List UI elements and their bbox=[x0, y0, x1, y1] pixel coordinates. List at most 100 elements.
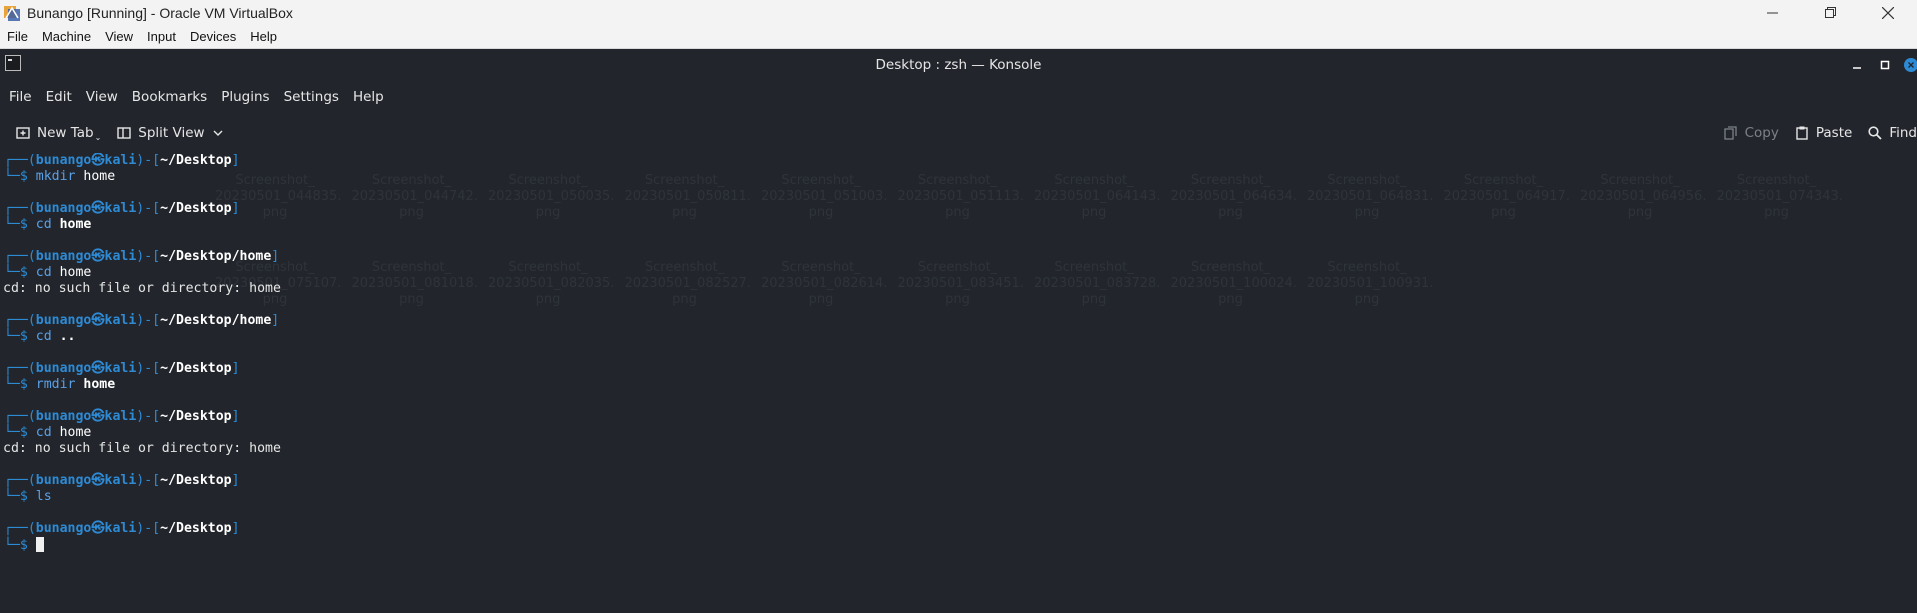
toolbar-right-group: Copy Paste Find bbox=[1716, 113, 1917, 153]
prompt-bracket: ┌──( bbox=[4, 313, 36, 328]
command-name: rmdir bbox=[35, 377, 76, 392]
terminal-area[interactable]: Screenshot_ 20230501_044835. png Screensh… bbox=[0, 153, 1917, 613]
konsole-window-title: Desktop : zsh — Konsole bbox=[875, 57, 1042, 73]
command-name: cd bbox=[35, 265, 52, 280]
prompt-bracket: ┌──( bbox=[4, 473, 36, 488]
prompt-bracket: ┌──( bbox=[4, 201, 36, 216]
minimize-button[interactable] bbox=[1743, 0, 1801, 25]
background-file-label: Screenshot_ 20230501_064917. png bbox=[1443, 173, 1570, 220]
background-file-label: Screenshot_ 20230501_083451. png bbox=[897, 260, 1024, 307]
minimize-icon bbox=[1766, 12, 1778, 14]
close-button[interactable] bbox=[1859, 0, 1917, 25]
background-file-label: Screenshot_ 20230501_064143. png bbox=[1034, 173, 1161, 220]
prompt-line: ┌──(bunango㉿kali)-[~/Desktop] bbox=[4, 153, 281, 169]
command-argument: home bbox=[59, 265, 92, 280]
command-output: cd: no such file or directory: home bbox=[3, 281, 281, 297]
command-argument: home bbox=[83, 377, 116, 392]
prompt-bracket: ┌──( bbox=[4, 409, 36, 424]
konsole-close-button[interactable] bbox=[1901, 57, 1917, 73]
command-line: └─$ mkdir home bbox=[4, 169, 281, 185]
command-name: cd bbox=[35, 425, 52, 440]
prompt-bracket: )-[ bbox=[136, 409, 161, 424]
terminal-app-icon[interactable] bbox=[5, 55, 21, 71]
prompt-bracket: ┌──( bbox=[4, 521, 36, 536]
konsole-menu-plugins[interactable]: Plugins bbox=[214, 89, 276, 105]
prompt-dollar: └─$ bbox=[4, 538, 36, 553]
konsole-minimize-button[interactable] bbox=[1849, 57, 1865, 73]
prompt-path: ~/Desktop bbox=[160, 521, 232, 536]
vbox-menu-machine[interactable]: Machine bbox=[35, 25, 98, 49]
konsole-menu-edit[interactable]: Edit bbox=[39, 89, 79, 105]
command-name: cd bbox=[35, 217, 52, 232]
konsole-menu-help[interactable]: Help bbox=[346, 89, 391, 105]
konsole-menu-view[interactable]: View bbox=[79, 89, 125, 105]
command-line: └─$ bbox=[4, 537, 281, 553]
prompt-line: ┌──(bunango㉿kali)-[~/Desktop] bbox=[4, 521, 281, 537]
vbox-menu-devices[interactable]: Devices bbox=[183, 25, 243, 49]
prompt-bracket: ┌──( bbox=[4, 361, 36, 376]
split-view-button[interactable]: Split View bbox=[109, 118, 230, 148]
copy-icon bbox=[1723, 126, 1737, 140]
prompt-dollar: └─$ bbox=[4, 489, 36, 504]
background-file-label: Screenshot_ 20230501_064634. png bbox=[1170, 173, 1297, 220]
background-file-label: Screenshot_ 20230501_082527. png bbox=[624, 260, 751, 307]
paste-button[interactable]: Paste bbox=[1787, 118, 1860, 148]
vbox-menu-help[interactable]: Help bbox=[243, 25, 284, 49]
prompt-path: ~/Desktop/home bbox=[160, 249, 272, 264]
background-file-label: Screenshot_ 20230501_081018. png bbox=[351, 260, 478, 307]
prompt-user-host: bunango㉿kali bbox=[35, 313, 137, 328]
copy-button[interactable]: Copy bbox=[1716, 118, 1787, 148]
search-icon bbox=[1868, 126, 1882, 140]
error-message: cd: no such file or directory: home bbox=[3, 281, 281, 296]
find-button[interactable]: Find bbox=[1860, 118, 1917, 148]
new-tab-button[interactable]: New Tab ⌄ bbox=[8, 118, 109, 148]
prompt-bracket: )-[ bbox=[136, 361, 161, 376]
background-file-label: Screenshot_ 20230501_050811. png bbox=[624, 173, 751, 220]
prompt-dollar: └─$ bbox=[4, 169, 36, 184]
new-tab-label: New Tab bbox=[37, 125, 94, 141]
maximize-icon bbox=[1880, 60, 1890, 70]
prompt-path: ~/Desktop/home bbox=[160, 313, 272, 328]
prompt-bracket: ] bbox=[231, 201, 240, 216]
background-file-label: Screenshot_ 20230501_082035. png bbox=[488, 260, 615, 307]
prompt-bracket: ] bbox=[231, 361, 240, 376]
prompt-line: ┌──(bunango㉿kali)-[~/Desktop/home] bbox=[4, 313, 281, 329]
host-titlebar: Bunango [Running] - Oracle VM VirtualBox bbox=[0, 0, 1917, 25]
vbox-menu-view[interactable]: View bbox=[98, 25, 140, 49]
close-icon bbox=[1904, 58, 1917, 72]
prompt-bracket: ] bbox=[231, 153, 240, 168]
command-name: ls bbox=[35, 489, 52, 504]
virtualbox-icon bbox=[3, 4, 21, 22]
prompt-path: ~/Desktop bbox=[160, 201, 232, 216]
prompt-user-host: bunango㉿kali bbox=[35, 473, 137, 488]
konsole-menu-settings[interactable]: Settings bbox=[277, 89, 346, 105]
prompt-bracket: )-[ bbox=[136, 153, 161, 168]
vbox-menu-input[interactable]: Input bbox=[140, 25, 183, 49]
background-file-label: Screenshot_ 20230501_064956. png bbox=[1580, 173, 1707, 220]
prompt-user-host: bunango㉿kali bbox=[35, 521, 137, 536]
restore-icon bbox=[1824, 7, 1836, 18]
prompt-bracket: )-[ bbox=[136, 201, 161, 216]
prompt-bracket: ] bbox=[231, 473, 240, 488]
prompt-line: ┌──(bunango㉿kali)-[~/Desktop/home] bbox=[4, 249, 281, 265]
restore-button[interactable] bbox=[1801, 0, 1859, 25]
chevron-down-icon: ⌄ bbox=[94, 132, 102, 142]
prompt-bracket: )-[ bbox=[136, 313, 161, 328]
konsole-menu-bookmarks[interactable]: Bookmarks bbox=[125, 89, 214, 105]
command-name: mkdir bbox=[35, 169, 76, 184]
konsole-menu-file[interactable]: File bbox=[2, 89, 39, 105]
prompt-bracket: )-[ bbox=[136, 473, 161, 488]
konsole-maximize-button[interactable] bbox=[1877, 57, 1893, 73]
terminal-cursor bbox=[35, 537, 44, 552]
terminal-output: ┌──(bunango㉿kali)-[~/Desktop] └─$ mkdir h… bbox=[3, 153, 281, 553]
command-line: └─$ cd .. bbox=[4, 329, 281, 345]
prompt-user-host: bunango㉿kali bbox=[35, 361, 137, 376]
prompt-dollar: └─$ bbox=[4, 329, 36, 344]
prompt-line: ┌──(bunango㉿kali)-[~/Desktop] bbox=[4, 201, 281, 217]
vbox-menu-file[interactable]: File bbox=[0, 25, 35, 49]
prompt-bracket: )-[ bbox=[136, 521, 161, 536]
error-message: cd: no such file or directory: home bbox=[3, 441, 281, 456]
prompt-user-host: bunango㉿kali bbox=[35, 249, 137, 264]
